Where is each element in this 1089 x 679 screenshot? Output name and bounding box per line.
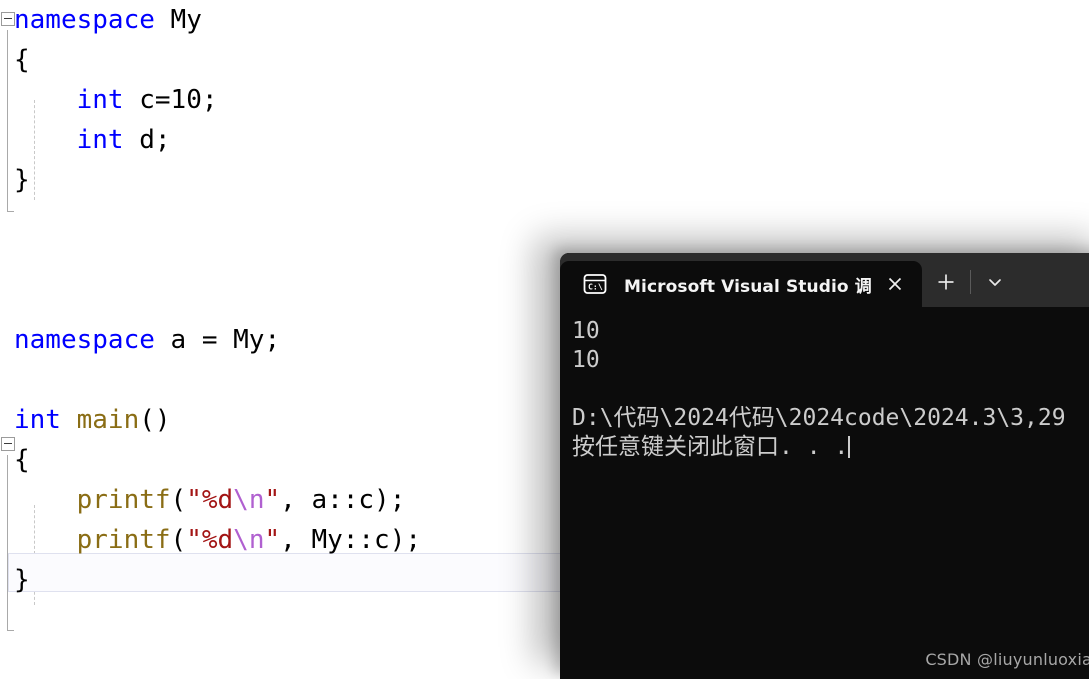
code-token: My xyxy=(170,5,202,35)
code-token: } xyxy=(14,165,30,195)
code-line-int-d[interactable]: int d; xyxy=(0,120,1089,160)
code-token: "%d xyxy=(186,525,234,555)
terminal-tab[interactable]: C:\ Microsoft Visual Studio 调试控 xyxy=(560,261,922,307)
screenshot-root: namespace My { int c=10; int d;} namespace… xyxy=(0,0,1089,679)
code-token: " xyxy=(264,525,281,555)
code-line-blank-1[interactable] xyxy=(0,200,1089,240)
code-token: d; xyxy=(123,125,171,155)
terminal-tab-actions xyxy=(922,259,1019,307)
code-token: main xyxy=(76,405,140,435)
terminal-line-out-1: 10 xyxy=(572,318,600,344)
code-token: namespace xyxy=(14,5,171,35)
terminal-tab-title: Microsoft Visual Studio 调试控 xyxy=(624,276,872,297)
terminal-line-out-prompt: 按任意键关闭此窗口. . . xyxy=(572,434,851,460)
terminal-titlebar[interactable]: C:\ Microsoft Visual Studio 调试控 xyxy=(560,253,1089,307)
code-token: namespace xyxy=(14,325,155,355)
terminal-line-out-2: 10 xyxy=(572,347,600,373)
code-token: () xyxy=(139,405,171,435)
code-token: \n xyxy=(233,525,265,555)
code-token: ( xyxy=(170,485,187,515)
code-token: { xyxy=(14,445,30,475)
code-line-brace-open-1[interactable]: { xyxy=(0,40,1089,80)
code-token: ( xyxy=(170,525,187,555)
code-token: " xyxy=(264,485,281,515)
new-tab-button[interactable] xyxy=(922,265,970,299)
code-line-brace-close-1[interactable]: } xyxy=(0,160,1089,200)
terminal-line-out-path: D:\代码\2024代码\2024code\2024.3\3,29 xyxy=(572,405,1066,431)
code-token: { xyxy=(14,45,30,75)
svg-text:C:\: C:\ xyxy=(588,282,603,292)
code-token: int xyxy=(14,405,61,435)
code-line-ns-my-open[interactable]: namespace My xyxy=(0,0,1089,40)
command-prompt-icon: C:\ xyxy=(582,271,608,297)
close-icon[interactable] xyxy=(882,271,908,297)
code-token: printf xyxy=(76,485,171,515)
code-token: int xyxy=(76,125,124,155)
code-token: "%d xyxy=(186,485,234,515)
code-token: \n xyxy=(233,485,265,515)
code-token: , a::c); xyxy=(280,485,406,515)
code-token: c=10; xyxy=(123,85,218,115)
terminal-output[interactable]: 10 10 D:\代码\2024代码\2024code\2024.3\3,29 按任意… xyxy=(560,307,1089,679)
csdn-watermark: CSDN @liuyunluoxiao xyxy=(925,650,1089,669)
code-token: , My::c); xyxy=(280,525,422,555)
chevron-down-icon[interactable] xyxy=(971,265,1019,299)
terminal-line-out-gap xyxy=(566,375,1089,404)
code-line-int-c[interactable]: int c=10; xyxy=(0,80,1089,120)
code-token: } xyxy=(14,565,30,595)
code-token: printf xyxy=(76,525,171,555)
terminal-window[interactable]: C:\ Microsoft Visual Studio 调试控 xyxy=(560,253,1089,679)
code-token: int xyxy=(76,85,124,115)
code-token: a = My; xyxy=(154,325,281,355)
terminal-lines-container: 10 10 D:\代码\2024代码\2024code\2024.3\3,29 按任意… xyxy=(566,317,1089,462)
text-caret xyxy=(848,436,851,458)
